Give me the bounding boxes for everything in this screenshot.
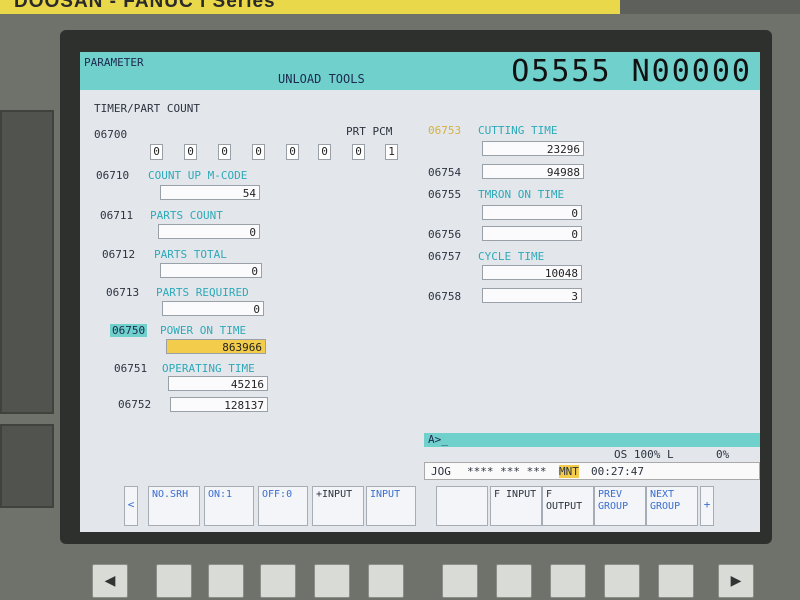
bezel-side-panel <box>0 110 54 414</box>
mnt-badge: MNT <box>559 465 579 478</box>
header-bar: PARAMETER UNLOAD TOOLS O5555 N00000 <box>80 52 760 90</box>
param-value-power-on-time[interactable]: 863966 <box>166 339 266 354</box>
param-num: 06713 <box>106 286 140 299</box>
param-value-parts-count[interactable]: 0 <box>158 224 260 239</box>
softkey-plus-input[interactable]: +INPUT <box>312 486 364 526</box>
hw-softkey[interactable] <box>550 564 586 598</box>
param-value-06754[interactable]: 94988 <box>482 164 584 179</box>
brand-strip: DOOSAN - FANUC i Series <box>0 0 620 14</box>
param-num: 06753 <box>428 124 462 137</box>
softkey-f-output[interactable]: F OUTPUT <box>542 486 594 526</box>
section-title: TIMER/PART COUNT <box>94 102 200 115</box>
bit-field[interactable]: 0 <box>150 144 163 160</box>
alarm-status: **** *** *** <box>467 465 547 478</box>
hw-softkey[interactable] <box>314 564 350 598</box>
param-label: COUNT UP M-CODE <box>148 169 248 182</box>
param-value-operating-time[interactable]: 45216 <box>168 376 268 391</box>
softkey-prev-arrow[interactable]: < <box>124 486 138 526</box>
param-num: 06756 <box>428 228 462 241</box>
param-value-parts-total[interactable]: 0 <box>160 263 262 278</box>
bit-field[interactable]: 1 <box>385 144 398 160</box>
mode-status: JOG <box>431 465 451 478</box>
hw-softkey[interactable] <box>156 564 192 598</box>
param-num-06700: 06700 <box>94 128 128 141</box>
bezel-side-panel-lower <box>0 424 54 508</box>
clock: 00:27:47 <box>591 465 644 478</box>
hw-softkey[interactable] <box>368 564 404 598</box>
param-num: 06712 <box>102 248 136 261</box>
param-label: CUTTING TIME <box>478 124 558 137</box>
param-num: 06758 <box>428 290 462 303</box>
command-input-line[interactable]: A>_ <box>424 433 760 447</box>
param-value-count-up-m-code[interactable]: 54 <box>160 185 260 200</box>
param-num: 06711 <box>100 209 134 222</box>
param-num: 06710 <box>96 169 130 182</box>
param-label: POWER ON TIME <box>160 324 247 337</box>
param-value-cycle-time[interactable]: 10048 <box>482 265 582 280</box>
bit-header-prt-pcm: PRT PCM <box>346 125 393 138</box>
param-label: PARTS COUNT <box>150 209 223 222</box>
hw-softkey[interactable] <box>442 564 478 598</box>
softkey-next-group[interactable]: NEXT GROUP <box>646 486 698 526</box>
param-num: 06754 <box>428 166 462 179</box>
param-value-06756[interactable]: 0 <box>482 226 582 241</box>
softkey-input[interactable]: INPUT <box>366 486 416 526</box>
param-value-cutting-time[interactable]: 23296 <box>482 141 584 156</box>
param-value-tmron-on-time[interactable]: 0 <box>482 205 582 220</box>
param-num: 06751 <box>114 362 148 375</box>
program-number: O5555 N00000 <box>511 54 752 89</box>
param-value-06752[interactable]: 128137 <box>170 397 268 412</box>
bit-field[interactable]: 0 <box>352 144 365 160</box>
hardware-softkey-row: ◀ ▶ <box>60 556 772 600</box>
softkey-no-srh[interactable]: NO.SRH <box>148 486 200 526</box>
hw-softkey[interactable] <box>658 564 694 598</box>
status-bar: JOG **** *** *** MNT 00:27:47 <box>424 462 760 480</box>
param-label: CYCLE TIME <box>478 250 545 263</box>
screen-mode: PARAMETER <box>84 56 144 69</box>
softkey-off-0[interactable]: OFF:0 <box>258 486 308 526</box>
hw-softkey[interactable] <box>260 564 296 598</box>
param-label: TMRON ON TIME <box>478 188 565 201</box>
param-value-06758[interactable]: 3 <box>482 288 582 303</box>
param-num: 06757 <box>428 250 462 263</box>
param-num: 06752 <box>118 398 152 411</box>
screen-title: UNLOAD TOOLS <box>278 72 365 86</box>
brand-label: DOOSAN - FANUC i Series <box>14 0 276 12</box>
param-num-selected: 06750 <box>110 324 148 337</box>
hw-softkey[interactable] <box>208 564 244 598</box>
softkey-f-input[interactable]: F INPUT <box>490 486 542 526</box>
percent-status: 0% <box>716 448 730 461</box>
override-status: OS 100% L <box>614 448 674 461</box>
param-label: PARTS TOTAL <box>154 248 227 261</box>
bit-field[interactable]: 0 <box>252 144 265 160</box>
param-num: 06755 <box>428 188 462 201</box>
param-label: PARTS REQUIRED <box>156 286 249 299</box>
param-value-parts-required[interactable]: 0 <box>162 301 264 316</box>
softkey-on-1[interactable]: ON:1 <box>204 486 254 526</box>
softkey-prev-group[interactable]: PREV GROUP <box>594 486 646 526</box>
softkey-blank[interactable] <box>436 486 488 526</box>
softkey-next-arrow[interactable]: + <box>700 486 714 526</box>
hw-softkey[interactable] <box>496 564 532 598</box>
hw-left-arrow-key[interactable]: ◀ <box>92 564 128 598</box>
bit-field[interactable]: 0 <box>286 144 299 160</box>
bit-field[interactable]: 0 <box>318 144 331 160</box>
bit-field[interactable]: 0 <box>184 144 197 160</box>
bit-field[interactable]: 0 <box>218 144 231 160</box>
cnc-screen: PARAMETER UNLOAD TOOLS O5555 N00000 TIME… <box>80 52 760 532</box>
param-label: OPERATING TIME <box>162 362 255 375</box>
hw-softkey[interactable] <box>604 564 640 598</box>
hw-right-arrow-key[interactable]: ▶ <box>718 564 754 598</box>
